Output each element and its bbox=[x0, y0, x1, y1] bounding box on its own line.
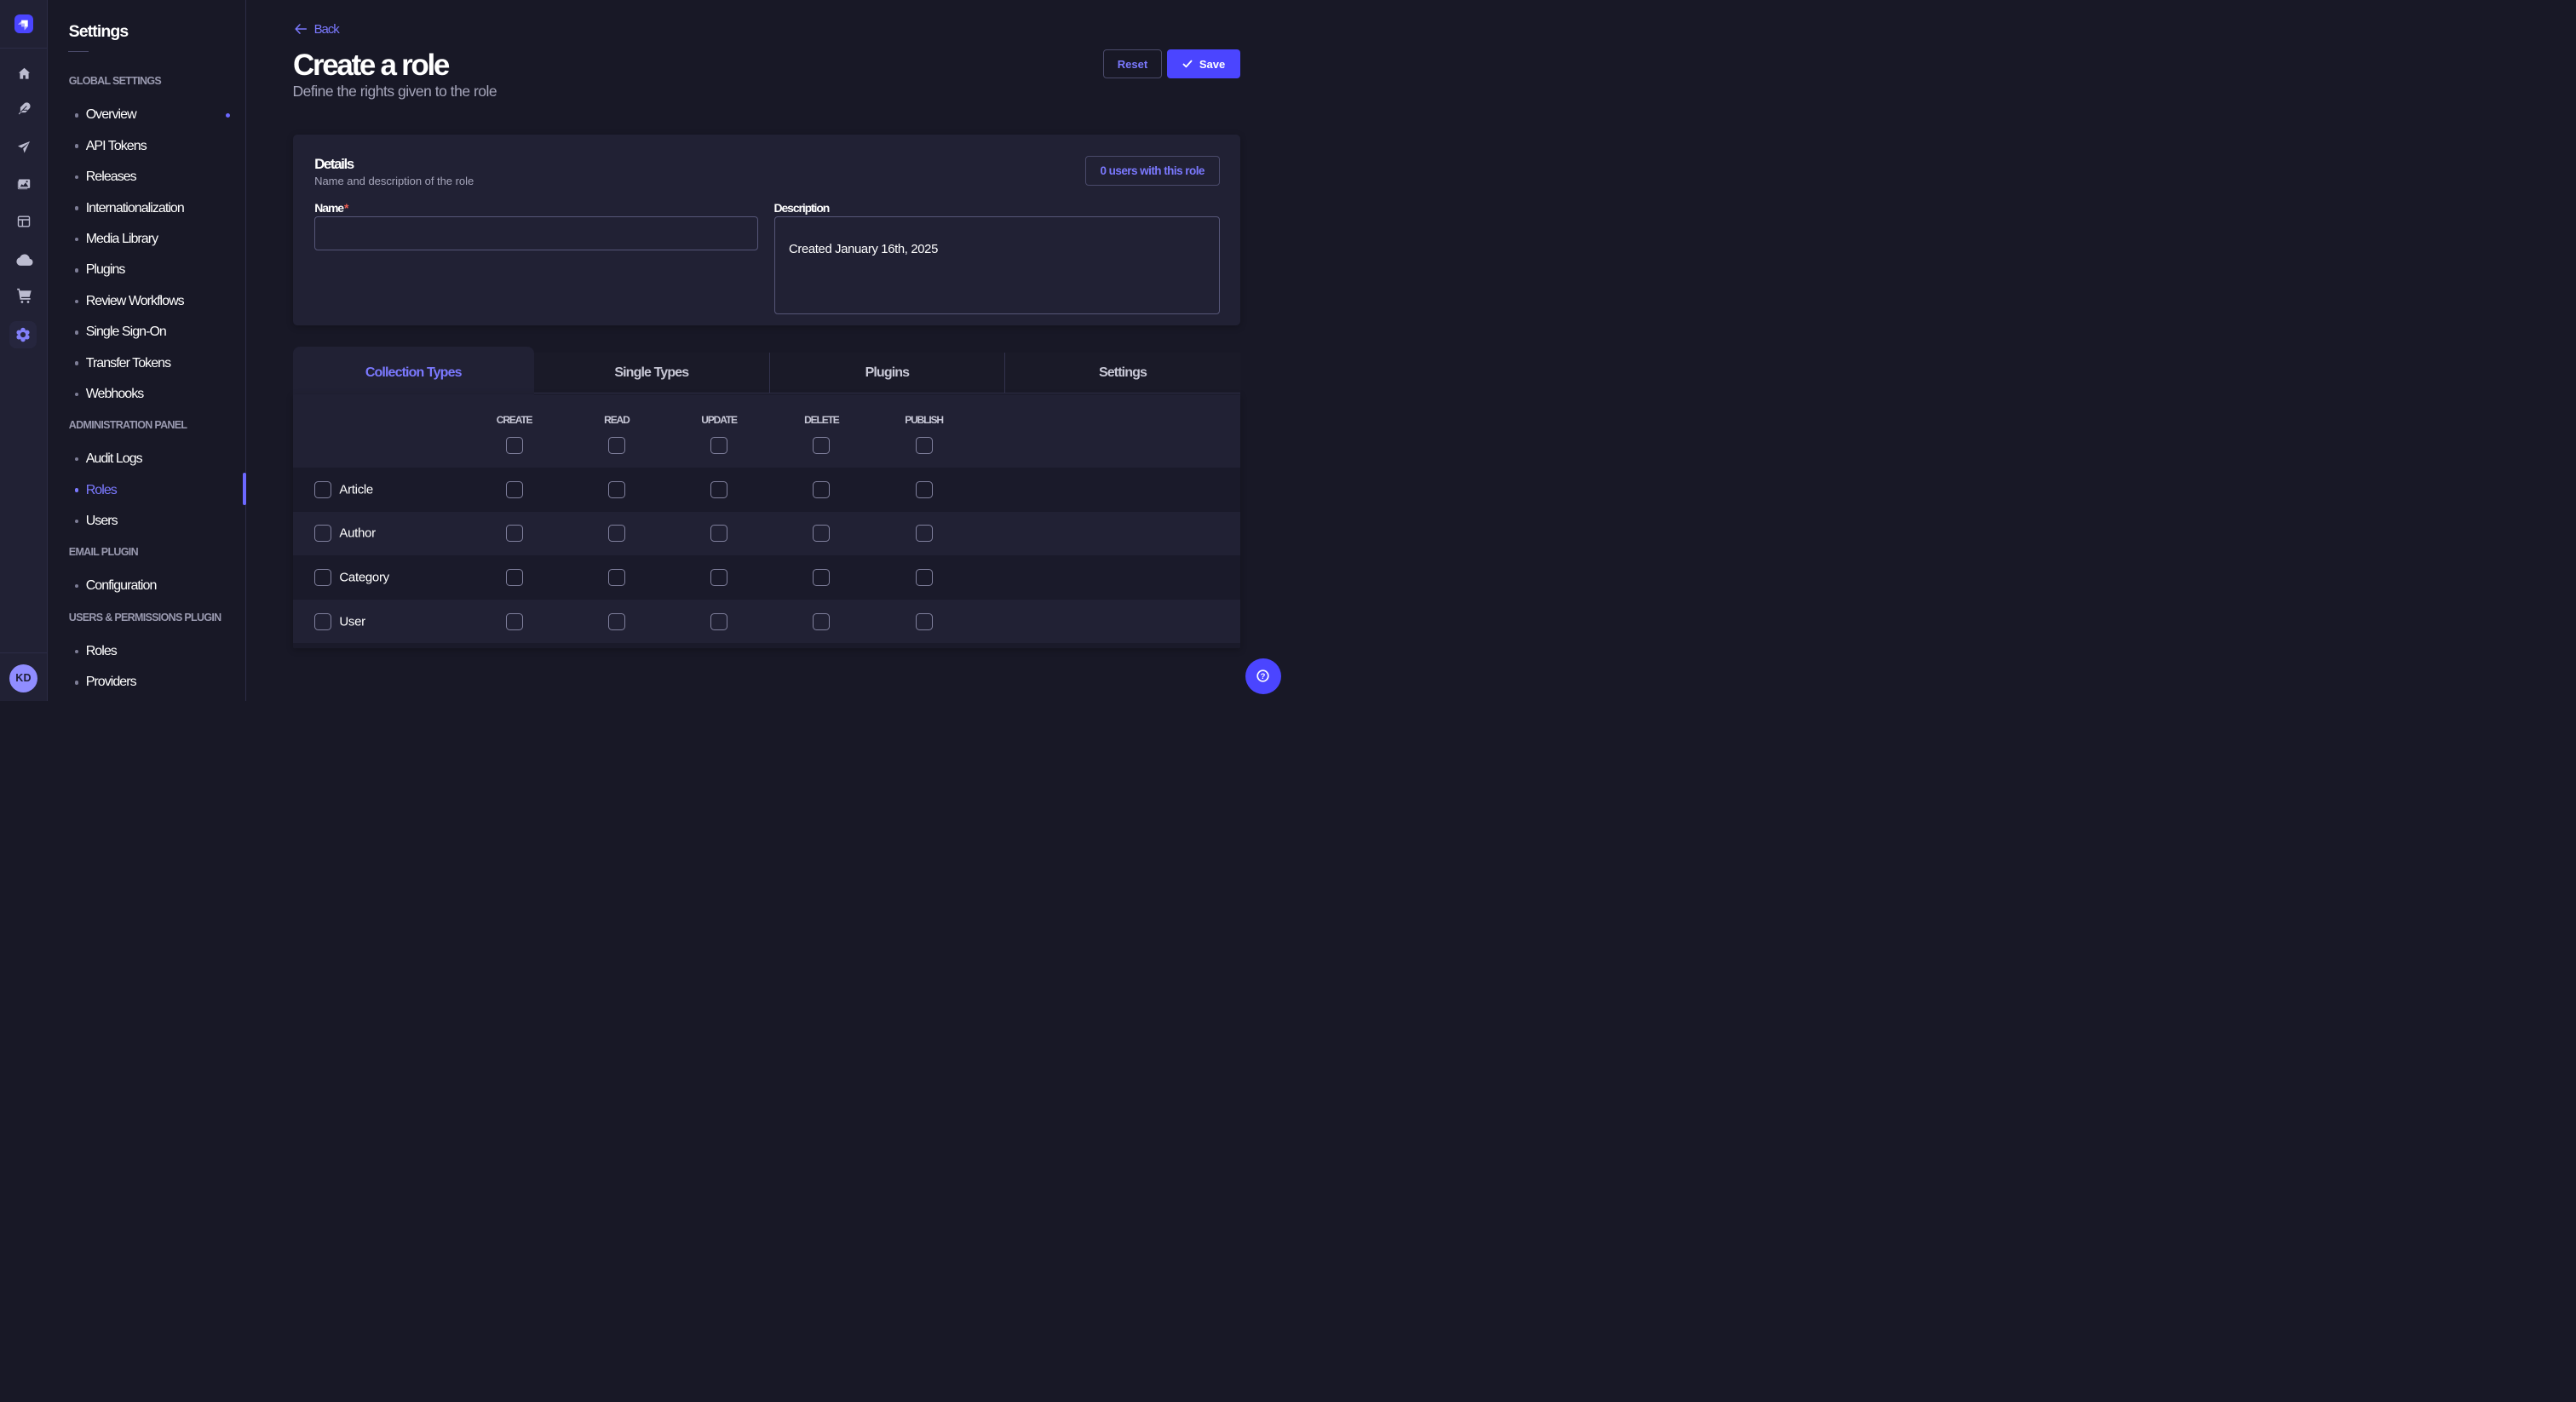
svg-text:?: ? bbox=[1261, 672, 1266, 681]
